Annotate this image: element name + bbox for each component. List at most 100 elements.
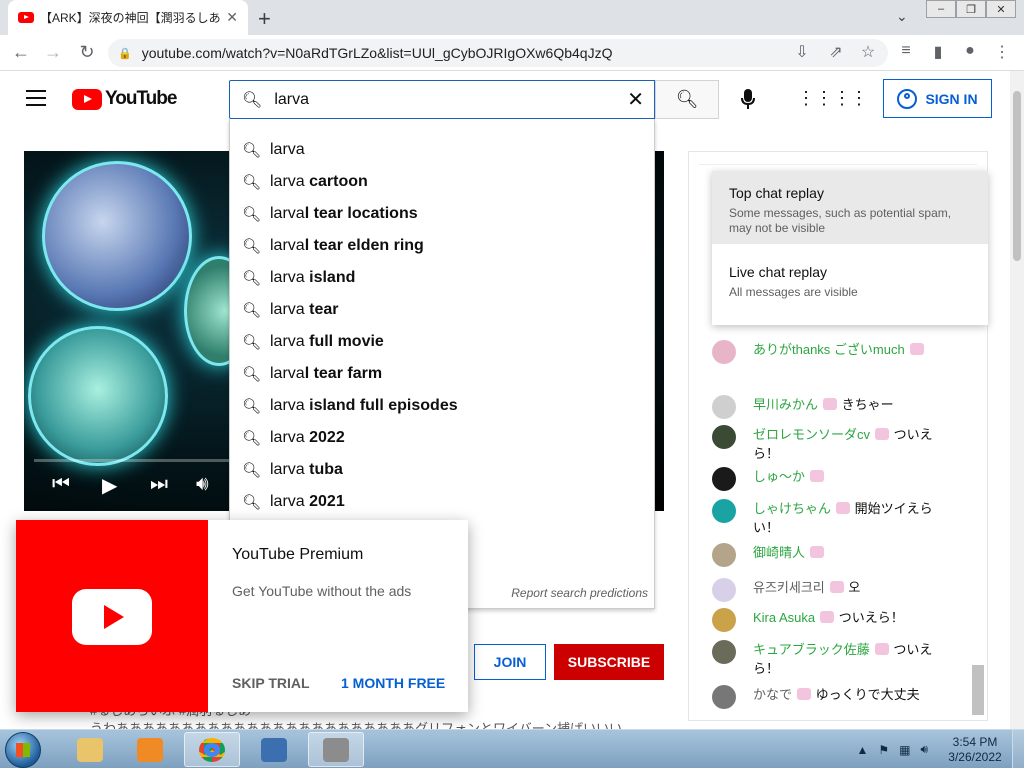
option-description: All messages are visible [729,285,858,299]
suggestion-item[interactable]: 🔍︎ larva tear [230,294,654,326]
suggestion-item[interactable]: 🔍︎ larva island [230,262,654,294]
clock-time: 3:54 PM [952,734,998,749]
suggestion-prefix: larva [270,205,305,222]
avatar[interactable] [712,578,736,602]
live-chat-replay-option[interactable]: Live chat replay All messages are visibl… [712,250,988,323]
taskbar-recorder[interactable] [308,732,364,767]
chat-author[interactable]: キュアブラック佐藤 [753,642,870,657]
account-icon [897,88,918,109]
tray-expand-icon[interactable]: ▲ [856,743,868,757]
suggestion-item[interactable]: 🔍︎ larva cartoon [230,166,654,198]
avatar[interactable] [712,467,736,491]
new-tab-button[interactable]: + [258,6,271,32]
tab-close-icon[interactable]: ✕ [226,9,238,26]
chat-message-content: 御崎晴人 [753,543,952,562]
avatar[interactable] [712,685,736,709]
forward-arrow-icon[interactable]: → [42,42,64,63]
volume-icon[interactable]: 🔊︎ [196,473,209,496]
search-input[interactable] [274,90,628,109]
browser-tab[interactable]: 【ARK】深夜の神回【潤羽るしあ/ホロ ✕ [8,0,248,35]
taskbar-media-player[interactable] [122,732,178,767]
side-panel-icon[interactable]: ▮ [926,42,950,62]
taskbar-explorer[interactable] [62,732,118,767]
avatar[interactable] [712,395,736,419]
top-chat-replay-option[interactable]: Top chat replay Some messages, such as p… [712,171,988,244]
share-icon[interactable]: ⇗ [824,42,848,62]
volume-icon[interactable]: 🔊︎ [920,742,928,757]
chat-author[interactable]: 早川みかん [753,397,818,412]
install-icon[interactable]: ⇩ [790,42,814,62]
suggestion-item[interactable]: 🔍︎ larva island full episodes [230,390,654,422]
month-free-button[interactable]: 1 MONTH FREE [341,675,445,691]
suggestion-item[interactable]: 🔍︎ larva 2021 [230,486,654,518]
browser-menu-icon[interactable]: ⋮ [990,42,1014,62]
settings-kebab-icon[interactable]: ⋮ [850,88,868,109]
previous-icon[interactable]: ⏮ [52,473,70,496]
reload-icon[interactable]: ↻ [76,42,98,63]
play-icon[interactable]: ▶ [102,473,117,498]
system-clock[interactable]: 3:54 PM 3/26/2022 [938,735,1012,765]
address-bar[interactable]: 🔒 youtube.com/watch?v=N0aRdTGrLZo&list=U… [108,39,888,67]
show-desktop-button[interactable] [1012,730,1024,768]
suggestion-prefix: larva [270,493,305,510]
join-button[interactable]: JOIN [474,644,546,680]
search-box[interactable]: 🔍︎ ✕ [229,80,655,119]
avatar[interactable] [712,543,736,567]
search-button[interactable]: 🔍︎ [655,80,719,119]
lock-icon[interactable]: 🔒 [118,47,132,60]
chat-author[interactable]: ありがthanks ございmuch [753,342,905,357]
voice-search-button[interactable] [734,85,762,113]
suggestion-item[interactable]: 🔍︎ larva full movie [230,326,654,358]
suggestion-item[interactable]: 🔍︎ larva l tear farm [230,358,654,390]
avatar[interactable] [712,608,736,632]
chat-author[interactable]: しゅ～か [753,469,805,484]
search-icon: 🔍︎ [242,430,262,447]
report-predictions-link[interactable]: Report search predictions [511,586,648,600]
back-arrow-icon[interactable]: ← [10,42,32,63]
search-icon: 🔍︎ [242,206,262,223]
suggestion-item[interactable]: 🔍︎ larva l tear elden ring [230,230,654,262]
suggestion-item[interactable]: 🔍︎ larva 2022 [230,422,654,454]
skip-trial-button[interactable]: SKIP TRIAL [232,675,310,691]
avatar[interactable] [712,499,736,523]
chat-author[interactable]: Kira Asuka [753,610,815,625]
bookmark-star-icon[interactable]: ☆ [856,42,880,62]
taskbar-chrome[interactable] [184,732,240,767]
page-scrollbar[interactable] [1010,71,1024,729]
media-queue-icon[interactable]: ≡ [894,42,918,60]
clear-search-icon[interactable]: ✕ [627,87,644,112]
hamburger-menu-icon[interactable] [26,90,46,106]
scrollbar-thumb[interactable] [1013,91,1021,261]
network-icon[interactable]: ▦ [899,743,910,757]
chat-author[interactable]: 御崎晴人 [753,545,805,560]
avatar[interactable] [712,425,736,449]
suggestion-item[interactable]: 🔍︎ larva tuba [230,454,654,486]
tab-search-chevron-icon[interactable]: ⌄ [896,8,908,25]
sign-in-button[interactable]: SIGN IN [883,79,992,118]
avatar[interactable] [712,340,736,364]
chat-message-content: 유즈키세크리 오 [753,578,952,597]
chat-author[interactable]: ゼロレモンソーダcv [753,427,870,442]
profile-avatar-icon[interactable]: ● [958,42,982,60]
search-icon: 🔍︎ [242,91,263,109]
subscribe-button[interactable]: SUBSCRIBE [554,644,664,680]
start-button[interactable] [5,732,41,768]
next-icon[interactable]: ⏭ [150,473,168,496]
chat-scrollbar[interactable] [972,665,984,715]
taskbar-network-app[interactable] [246,732,302,767]
premium-red-panel [16,520,208,712]
restore-button[interactable]: ❐ [956,0,986,18]
chat-author[interactable]: かなで [753,687,792,702]
apps-grid-icon[interactable]: ⋮⋮⋮ [797,88,851,109]
youtube-logo[interactable]: YouTube [72,88,177,110]
suggestion-item[interactable]: 🔍︎ larva [230,134,654,166]
close-window-button[interactable]: ✕ [986,0,1016,18]
minimize-button[interactable]: – [926,0,956,18]
chat-message: 유즈키세크리 오 [712,578,952,602]
action-center-icon[interactable]: ⚑ [878,743,889,757]
suggestion-item[interactable]: 🔍︎ larva l tear locations [230,198,654,230]
youtube-favicon-icon [18,12,34,23]
avatar[interactable] [712,640,736,664]
chat-author[interactable]: しゃけちゃん [753,501,831,516]
chat-author[interactable]: 유즈키세크리 [753,580,825,595]
